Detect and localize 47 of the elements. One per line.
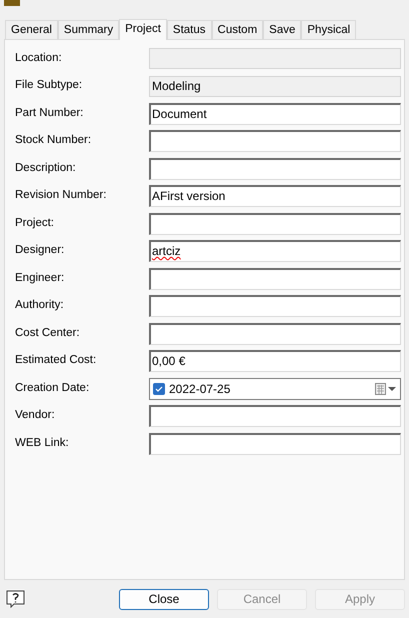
field-label: Part Number: xyxy=(15,106,84,121)
tab[interactable]: Custom xyxy=(212,20,264,39)
text-field[interactable] xyxy=(149,322,401,345)
checkmark-icon xyxy=(155,384,163,393)
field-label: Estimated Cost: xyxy=(15,353,98,368)
text-field[interactable] xyxy=(149,295,401,318)
text-field[interactable] xyxy=(149,158,401,180)
text-field[interactable] xyxy=(149,212,401,235)
field-value: AFirst version xyxy=(152,189,226,204)
text-field[interactable]: Document xyxy=(149,102,401,125)
text-field[interactable]: artciz xyxy=(149,240,401,262)
field-label: File Subtype: xyxy=(15,78,84,94)
checkbox[interactable] xyxy=(153,382,165,395)
field-value: artciz xyxy=(152,244,181,258)
tab[interactable]: Project xyxy=(119,18,167,40)
date-picker[interactable]: 2022-07-25 xyxy=(149,378,401,400)
text-field[interactable] xyxy=(149,130,401,152)
field-label: Creation Date: xyxy=(15,380,90,396)
text-field[interactable] xyxy=(149,405,401,428)
field-label: WEB Link: xyxy=(15,436,70,451)
tab[interactable]: General xyxy=(5,20,58,39)
date-value: 2022-07-25 xyxy=(169,380,232,398)
text-field[interactable]: 0,00 € xyxy=(149,350,401,372)
field-label: Revision Number: xyxy=(15,188,108,204)
field-label: Stock Number: xyxy=(15,133,92,148)
field-label: Description: xyxy=(15,160,77,176)
field-label: Project: xyxy=(15,216,55,231)
tab[interactable]: Status xyxy=(166,20,212,39)
field-value: Modeling xyxy=(152,78,201,93)
text-field[interactable] xyxy=(149,268,401,290)
field-label: Designer: xyxy=(15,243,66,258)
field-label: Engineer: xyxy=(15,270,66,286)
field-value: Document xyxy=(152,106,207,121)
text-field[interactable]: AFirst version xyxy=(149,185,401,208)
tab[interactable]: Physical xyxy=(301,20,356,39)
calendar-dropdown-icon[interactable] xyxy=(375,382,397,395)
field-value: 0,00 € xyxy=(152,354,186,368)
help-icon[interactable] xyxy=(6,590,25,608)
text-field[interactable] xyxy=(149,432,401,455)
dialog-button[interactable]: Close xyxy=(119,588,209,610)
field-label: Vendor: xyxy=(15,408,56,424)
tab[interactable]: Summary xyxy=(58,20,120,39)
field-label: Authority: xyxy=(15,298,65,314)
tab[interactable]: Save xyxy=(263,20,302,39)
app-icon xyxy=(4,0,20,6)
field-label: Location: xyxy=(15,50,63,66)
field-label: Cost Center: xyxy=(15,326,81,341)
